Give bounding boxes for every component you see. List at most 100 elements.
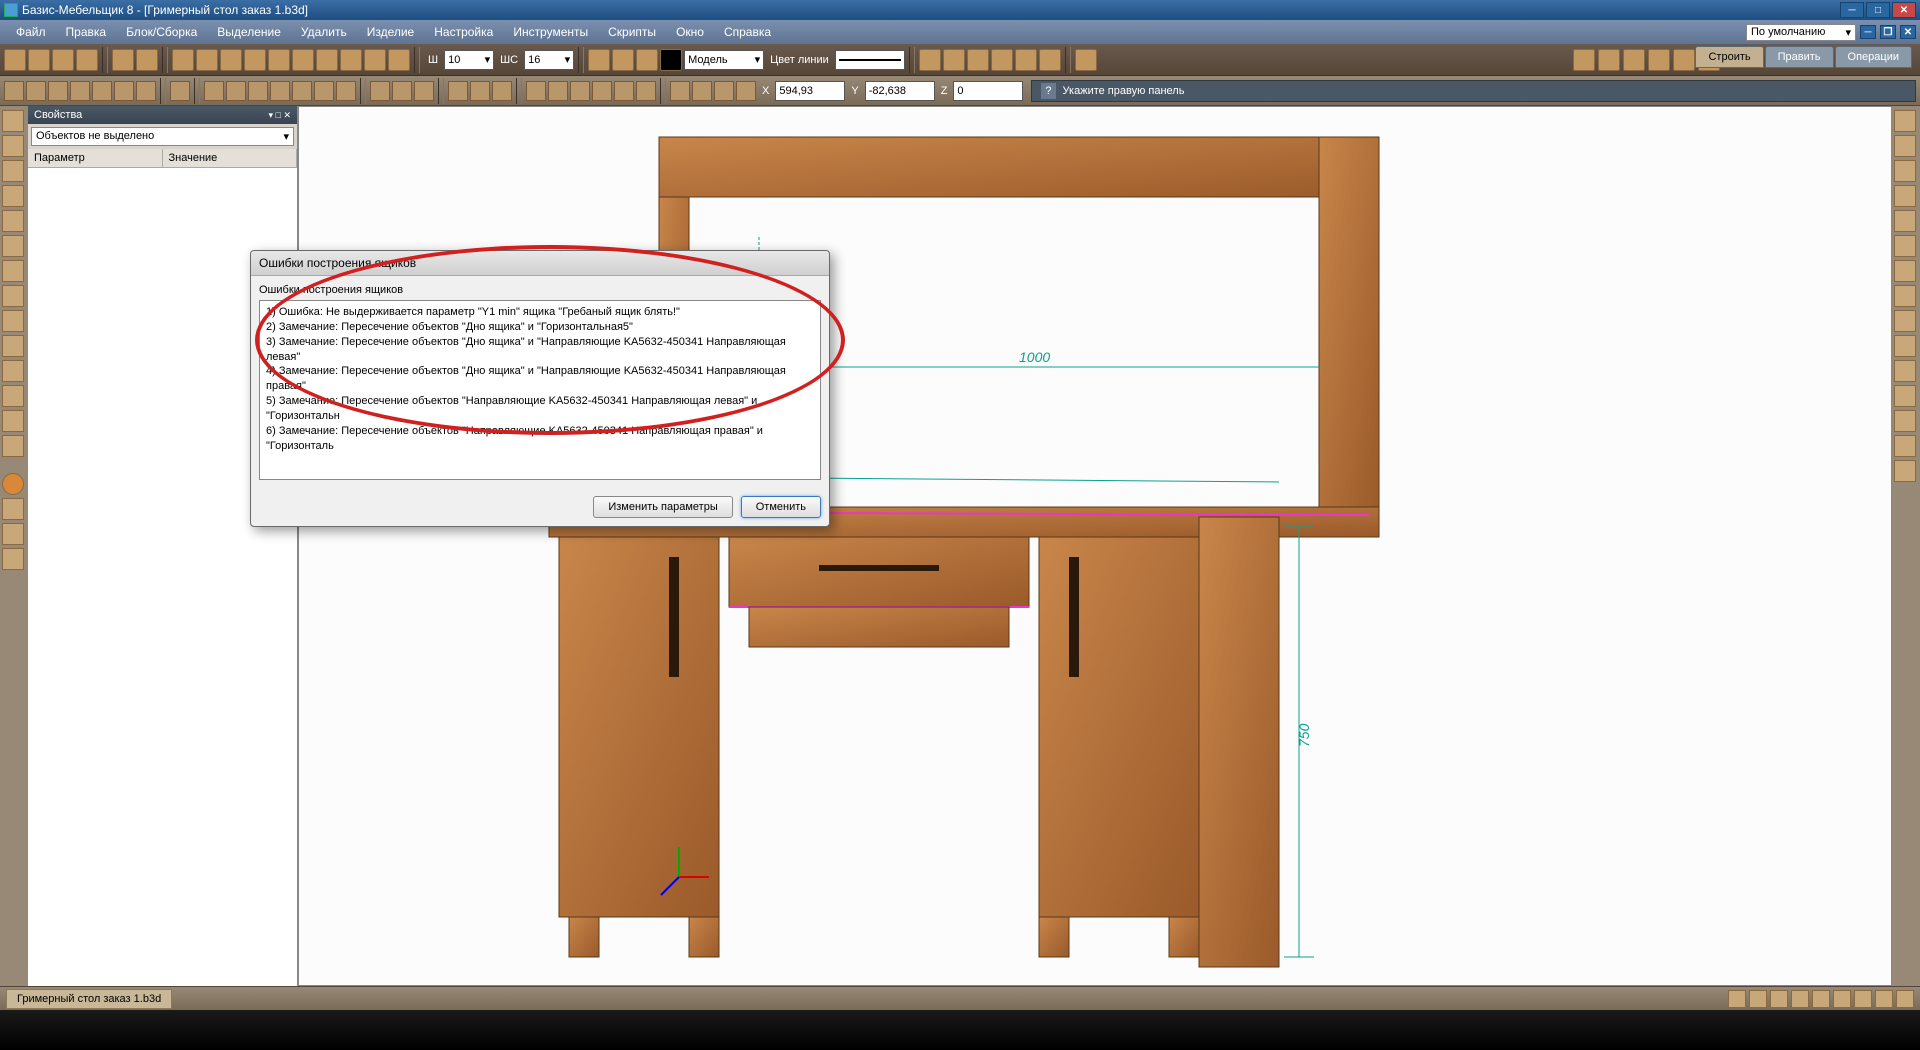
mdi-close-button[interactable]: ✕ (1900, 25, 1916, 39)
draw6-icon[interactable] (636, 81, 656, 101)
grid-icon[interactable] (172, 49, 194, 71)
view-bottom-icon[interactable] (114, 81, 134, 101)
lt-cyl-icon[interactable] (2, 523, 24, 545)
menu-file[interactable]: Файл (6, 22, 56, 42)
rt-1-icon[interactable] (1894, 110, 1916, 132)
menu-edit[interactable]: Правка (56, 22, 117, 42)
line-style-combo[interactable] (835, 50, 905, 70)
viewport-3d[interactable]: 1000 750 (298, 106, 1892, 986)
menu-window[interactable]: Окно (666, 22, 714, 42)
sb-1-icon[interactable] (1728, 990, 1746, 1008)
lt-hw4-icon[interactable] (2, 360, 24, 382)
properties-pin-icon[interactable]: ▾ □ ✕ (269, 110, 292, 121)
x-field[interactable] (775, 81, 845, 101)
axis-icon[interactable] (448, 81, 468, 101)
lt-sphere-icon[interactable] (2, 473, 24, 495)
model-combo[interactable]: Модель▾ (684, 50, 764, 70)
lt-hw6-icon[interactable] (2, 410, 24, 432)
draw3-icon[interactable] (570, 81, 590, 101)
status-file-tab[interactable]: Гримерный стол заказ 1.b3d (6, 989, 172, 1009)
cube4-icon[interactable] (270, 81, 290, 101)
lt-drawer-icon[interactable] (2, 185, 24, 207)
ellipse-tool-icon[interactable] (1673, 49, 1695, 71)
rt-10-icon[interactable] (1894, 335, 1916, 357)
cube5-icon[interactable] (292, 81, 312, 101)
menu-settings[interactable]: Настройка (424, 22, 503, 42)
check-icon[interactable] (1039, 49, 1061, 71)
draw2-icon[interactable] (548, 81, 568, 101)
bulb-icon[interactable] (612, 49, 634, 71)
width-field[interactable]: 10▾ (444, 50, 494, 70)
circle-tool-icon[interactable] (1648, 49, 1670, 71)
tool-a-icon[interactable] (316, 49, 338, 71)
lt-edge-icon[interactable] (2, 260, 24, 282)
open-icon[interactable] (28, 49, 50, 71)
cube7-icon[interactable] (336, 81, 356, 101)
print-icon[interactable] (76, 49, 98, 71)
view-top-icon[interactable] (92, 81, 112, 101)
zoom-fit-icon[interactable] (670, 81, 690, 101)
sb-4-icon[interactable] (1791, 990, 1809, 1008)
view-back-icon[interactable] (26, 81, 46, 101)
lt-door-icon[interactable] (2, 160, 24, 182)
mdi-minimize-button[interactable]: ─ (1860, 25, 1876, 39)
lt-hw3-icon[interactable] (2, 335, 24, 357)
dash2-icon[interactable] (492, 81, 512, 101)
arc-tool-icon[interactable] (1623, 49, 1645, 71)
menu-product[interactable]: Изделие (357, 22, 425, 42)
draw-tool-icon[interactable] (1573, 49, 1595, 71)
z-field[interactable] (953, 81, 1023, 101)
tab-ops[interactable]: Операции (1835, 46, 1912, 68)
rt-12-icon[interactable] (1894, 385, 1916, 407)
rt-6-icon[interactable] (1894, 235, 1916, 257)
zoom-icon[interactable] (714, 81, 734, 101)
draw1-icon[interactable] (526, 81, 546, 101)
sb-6-icon[interactable] (1833, 990, 1851, 1008)
windows-taskbar[interactable] (0, 1010, 1920, 1050)
copy-icon[interactable] (1075, 49, 1097, 71)
rt-8-icon[interactable] (1894, 285, 1916, 307)
sigma-icon[interactable] (1015, 49, 1037, 71)
rt-11-icon[interactable] (1894, 360, 1916, 382)
render1-icon[interactable] (370, 81, 390, 101)
rt-4-icon[interactable] (1894, 185, 1916, 207)
close-button[interactable]: ✕ (1892, 2, 1916, 18)
dash1-icon[interactable] (470, 81, 490, 101)
box-icon[interactable] (919, 49, 941, 71)
lt-hw2-icon[interactable] (2, 310, 24, 332)
redo-icon[interactable] (136, 49, 158, 71)
rt-7-icon[interactable] (1894, 260, 1916, 282)
rotate-icon[interactable] (170, 81, 190, 101)
save-icon[interactable] (52, 49, 74, 71)
rt-2-icon[interactable] (1894, 135, 1916, 157)
minimize-button[interactable]: ─ (1840, 2, 1864, 18)
view-front-icon[interactable] (4, 81, 24, 101)
undo-icon[interactable] (112, 49, 134, 71)
sb-9-icon[interactable] (1896, 990, 1914, 1008)
y-field[interactable] (865, 81, 935, 101)
tab-edit[interactable]: Править (1765, 46, 1834, 68)
lock-icon[interactable] (636, 49, 658, 71)
line-tool-icon[interactable] (1598, 49, 1620, 71)
lt-cone-icon[interactable] (2, 498, 24, 520)
layers-icon[interactable] (588, 49, 610, 71)
lt-box-icon[interactable] (2, 210, 24, 232)
rt-13-icon[interactable] (1894, 410, 1916, 432)
view-left-icon[interactable] (48, 81, 68, 101)
menu-select[interactable]: Выделение (207, 22, 291, 42)
tab-build[interactable]: Строить (1695, 46, 1763, 68)
tool-d-icon[interactable] (388, 49, 410, 71)
color-swatch[interactable] (660, 49, 682, 71)
rt-9-icon[interactable] (1894, 310, 1916, 332)
menu-block[interactable]: Блок/Сборка (116, 22, 207, 42)
width-s-field[interactable]: 16▾ (524, 50, 574, 70)
pan-icon[interactable] (736, 81, 756, 101)
lt-shelf-icon[interactable] (2, 135, 24, 157)
sb-3-icon[interactable] (1770, 990, 1788, 1008)
menu-delete[interactable]: Удалить (291, 22, 357, 42)
layout-combo[interactable]: По умолчанию▾ (1746, 24, 1856, 41)
mdi-restore-button[interactable]: ❐ (1880, 25, 1896, 39)
sb-8-icon[interactable] (1875, 990, 1893, 1008)
rt-14-icon[interactable] (1894, 435, 1916, 457)
tool-b-icon[interactable] (340, 49, 362, 71)
